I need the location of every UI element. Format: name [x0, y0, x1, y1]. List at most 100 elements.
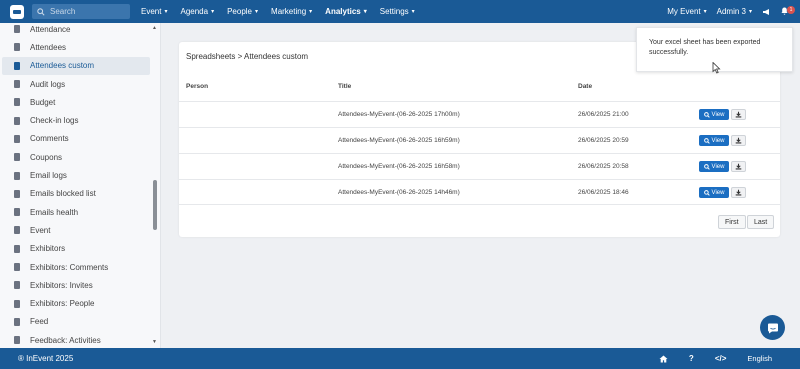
sidebar-item-exhibitors-invites[interactable]: Exhibitors: Invites [2, 276, 150, 294]
caret-up-icon[interactable]: ▲ [152, 25, 157, 31]
sidebar-item-label: Comments [30, 134, 69, 144]
nav-marketing[interactable]: Marketing ▾ [271, 7, 312, 16]
table-row: Attendees-MyEvent-(06-26-2025 16h59m) 26… [179, 127, 780, 153]
view-button-label: View [711, 189, 725, 196]
document-icon [14, 299, 20, 308]
download-button[interactable] [731, 161, 746, 172]
sidebar-item-attendees[interactable]: Attendees [2, 38, 150, 56]
user-menu[interactable]: Admin 3 ▾ [717, 7, 752, 16]
table-row: Attendees-MyEvent-(06-26-2025 14h46m) 26… [179, 179, 780, 205]
document-icon [14, 171, 20, 180]
sidebar-item-emails-blocked-list[interactable]: Emails blocked list [2, 185, 150, 203]
download-button[interactable] [731, 135, 746, 146]
sidebar-item-exhibitors-comments[interactable]: Exhibitors: Comments [2, 258, 150, 276]
view-button-label: View [711, 111, 725, 118]
document-icon [14, 336, 20, 345]
last-page-button[interactable]: Last [747, 215, 775, 229]
download-icon [735, 189, 742, 196]
scrollbar-thumb[interactable] [153, 180, 157, 230]
view-button[interactable]: View [699, 109, 729, 120]
home-icon[interactable] [659, 355, 668, 363]
chevron-down-icon: ▾ [309, 9, 313, 15]
sidebar-item-coupons[interactable]: Coupons [2, 148, 150, 166]
download-icon [735, 137, 742, 144]
table-row: Attendees-MyEvent-(06-26-2025 16h58m) 26… [179, 153, 780, 179]
notification-badge: 1 [787, 5, 795, 14]
sidebar-item-exhibitors[interactable]: Exhibitors [2, 240, 150, 258]
view-button[interactable]: View [699, 161, 729, 172]
document-icon [14, 25, 20, 34]
document-icon [14, 80, 20, 89]
nav-marketing-label: Marketing [271, 7, 307, 16]
row-date: 26/06/2025 20:59 [578, 137, 629, 144]
sidebar-item-feed[interactable]: Feed [2, 313, 150, 331]
document-icon [14, 116, 20, 125]
code-icon[interactable]: </> [715, 354, 727, 363]
language-selector[interactable]: English [747, 354, 772, 363]
sidebar-item-label: Email logs [30, 171, 67, 181]
sidebar-item-label: Attendees [30, 42, 67, 52]
search-icon [37, 7, 45, 16]
column-header-title: Title [338, 83, 352, 90]
row-date: 26/06/2025 20:58 [578, 163, 629, 170]
sidebar-item-exhibitors-people[interactable]: Exhibitors: People [2, 294, 150, 312]
search-icon [703, 189, 710, 196]
notifications-button[interactable]: 1 [781, 5, 795, 17]
nav-settings[interactable]: Settings ▾ [380, 7, 415, 16]
search-box[interactable] [32, 4, 130, 19]
chevron-down-icon: ▾ [164, 9, 168, 15]
caret-down-icon[interactable]: ▼ [152, 339, 157, 345]
nav-analytics[interactable]: Analytics ▾ [325, 7, 367, 16]
row-date: 26/06/2025 18:46 [578, 189, 629, 196]
view-button[interactable]: View [699, 135, 729, 146]
inevent-logo[interactable] [10, 4, 24, 19]
top-navbar: Event▾ Agenda▾ People▾ Marketing▾ Analyt… [0, 0, 800, 23]
sidebar-item-attendees-custom[interactable]: Attendees custom [2, 56, 150, 75]
nav-agenda-label: Agenda [180, 7, 209, 16]
breadcrumb: Spreadsheets > Attendees custom [186, 52, 309, 61]
nav-agenda[interactable]: Agenda ▾ [180, 7, 214, 16]
sidebar-item-budget[interactable]: Budget [2, 93, 150, 111]
first-page-button[interactable]: First [718, 215, 746, 229]
download-button[interactable] [731, 109, 746, 120]
sidebar-item-emails-health[interactable]: Emails health [2, 203, 150, 221]
megaphone-icon[interactable] [762, 8, 771, 16]
view-button[interactable]: View [699, 187, 729, 198]
nav-people[interactable]: People ▾ [227, 7, 258, 16]
nav-analytics-label: Analytics [325, 7, 361, 16]
download-icon [735, 163, 742, 170]
sidebar-item-comments[interactable]: Comments [2, 130, 150, 148]
event-menu[interactable]: My Event ▾ [667, 7, 706, 16]
sidebar-item-label: Exhibitors: Invites [30, 280, 93, 290]
search-icon [703, 137, 710, 144]
document-icon [14, 281, 20, 290]
sidebar-item-attendance[interactable]: Attendance [2, 23, 150, 38]
sidebar-item-check-in-logs[interactable]: Check-in logs [2, 111, 150, 129]
chevron-down-icon: ▾ [411, 9, 415, 15]
sidebar-scrollbar[interactable]: ▲ ▼ [152, 25, 157, 345]
document-icon [14, 153, 20, 162]
search-input[interactable] [50, 7, 128, 16]
chevron-down-icon: ▾ [748, 9, 752, 15]
sidebar-item-audit-logs[interactable]: Audit logs [2, 75, 150, 93]
row-title: Attendees-MyEvent-(06-26-2025 16h59m) [338, 137, 460, 144]
nav-event-label: Event [141, 7, 162, 16]
document-icon [14, 263, 20, 271]
chat-button[interactable] [760, 315, 785, 340]
nav-event[interactable]: Event ▾ [141, 7, 167, 16]
sidebar-item-email-logs[interactable]: Email logs [2, 166, 150, 184]
table-row: Attendees-MyEvent-(06-26-2025 17h00m) 26… [179, 101, 780, 127]
sidebar-item-label: Feedback: Activities [30, 335, 101, 345]
chat-icon [767, 323, 778, 333]
event-menu-label: My Event [667, 7, 701, 16]
sidebar-item-label: Attendance [30, 24, 71, 34]
sidebar-item-feedback-activities[interactable]: Feedback: Activities [2, 331, 150, 348]
sidebar-item-label: Check-in logs [30, 116, 79, 126]
help-icon[interactable]: ? [689, 354, 694, 363]
sidebar-item-label: Emails blocked list [30, 189, 96, 199]
view-button-label: View [711, 163, 725, 170]
sidebar-item-event[interactable]: Event [2, 221, 150, 239]
download-button[interactable] [731, 187, 746, 198]
chevron-down-icon: ▾ [703, 9, 707, 15]
user-menu-label: Admin 3 [716, 7, 746, 16]
